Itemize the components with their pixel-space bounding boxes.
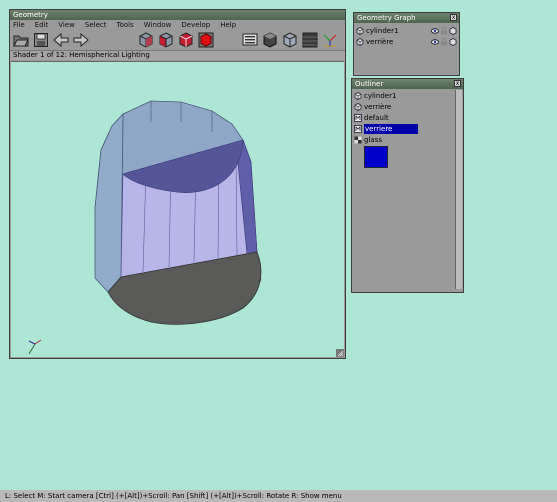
axis-gizmo	[28, 339, 42, 355]
graph-item-label: cylinder1	[366, 27, 399, 35]
outliner-item-label: verrière	[364, 103, 392, 111]
3d-viewport[interactable]	[11, 61, 344, 357]
menu-file[interactable]: File	[10, 20, 32, 30]
lock-icon[interactable]	[440, 27, 448, 35]
node-icon	[356, 27, 364, 35]
eye-icon[interactable]	[431, 27, 439, 35]
texture-icon[interactable]	[302, 32, 318, 48]
back-arrow-icon[interactable]	[53, 32, 69, 48]
node-icon[interactable]	[449, 38, 457, 46]
screen-icon[interactable]	[242, 32, 258, 48]
geometry-graph-panel: Geometry Graph x cylinder1 verrière	[353, 12, 460, 76]
save-disk-icon[interactable]	[33, 32, 49, 48]
menu-develop[interactable]: Develop	[178, 20, 217, 30]
close-icon[interactable]: x	[454, 80, 461, 87]
geometry-titlebar[interactable]: Geometry	[10, 10, 345, 20]
outliner-item-verriere-material[interactable]: verriere	[354, 124, 419, 134]
outliner-scrollbar[interactable]	[455, 90, 462, 289]
menu-help[interactable]: Help	[217, 20, 243, 30]
status-bar: L: Select M: Start camera [Ctrl] (+[Alt]…	[0, 490, 557, 502]
outliner-item-label: default	[364, 114, 389, 122]
open-folder-icon[interactable]	[13, 32, 29, 48]
sphere-icon[interactable]	[262, 32, 278, 48]
geometry-window: Geometry File Edit View Select Tools Win…	[9, 9, 346, 359]
geometry-graph-titlebar[interactable]: Geometry Graph x	[354, 13, 459, 23]
outliner-titlebar[interactable]: Outliner x	[352, 79, 463, 89]
outliner-panel: Outliner x cylinder1 verrière default ve…	[351, 78, 464, 293]
close-icon[interactable]: x	[450, 14, 457, 21]
eye-icon[interactable]	[431, 38, 439, 46]
outliner-item-label: glass	[364, 136, 382, 144]
cube-wire-red-icon[interactable]	[178, 32, 194, 48]
node-icon	[354, 92, 362, 100]
outliner-item-cylinder1[interactable]: cylinder1	[354, 91, 396, 101]
forward-arrow-icon[interactable]	[73, 32, 89, 48]
node-icon	[356, 38, 364, 46]
outliner-title: Outliner	[355, 80, 384, 88]
outliner-item-label-selected: verriere	[364, 124, 419, 134]
material-color-swatch[interactable]	[364, 146, 388, 168]
cube-solid-red-icon[interactable]	[198, 32, 214, 48]
outliner-item-label: cylinder1	[364, 92, 397, 100]
outliner-item-default[interactable]: default	[354, 113, 389, 123]
outliner-item-verriere-node[interactable]: verrière	[354, 102, 391, 112]
node-icon	[354, 103, 362, 111]
menu-bar: File Edit View Select Tools Window Devel…	[10, 20, 345, 30]
material-icon	[354, 125, 362, 133]
cube-red-icon[interactable]	[158, 32, 174, 48]
menu-select[interactable]: Select	[82, 20, 114, 30]
graph-item-cylinder1[interactable]: cylinder1	[356, 26, 457, 36]
geometry-title: Geometry	[13, 11, 48, 19]
menu-tools[interactable]: Tools	[114, 20, 141, 30]
texture-icon	[354, 136, 362, 144]
geometry-graph-title: Geometry Graph	[357, 14, 416, 22]
cube-shaded-icon[interactable]	[138, 32, 154, 48]
outliner-item-glass[interactable]: glass	[354, 135, 382, 145]
shader-label: Shader 1 of 12: Hemispherical Lighting	[10, 51, 345, 60]
toolbar	[10, 30, 345, 51]
material-icon	[354, 114, 362, 122]
graph-item-label: verrière	[366, 38, 394, 46]
cube-gray-icon[interactable]	[282, 32, 298, 48]
node-icon[interactable]	[449, 27, 457, 35]
cylinder-render	[28, 100, 262, 355]
menu-view[interactable]: View	[55, 20, 82, 30]
axes-icon[interactable]	[322, 32, 338, 48]
resize-grip-icon[interactable]	[336, 349, 344, 357]
menu-window[interactable]: Window	[141, 20, 179, 30]
graph-item-verriere[interactable]: verrière	[356, 37, 457, 47]
menu-edit[interactable]: Edit	[32, 20, 56, 30]
lock-icon[interactable]	[440, 38, 448, 46]
